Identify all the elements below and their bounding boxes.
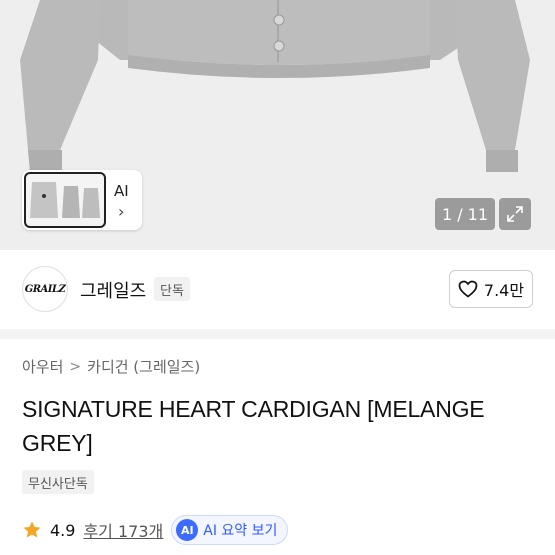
- thumbnail-image: [24, 172, 106, 228]
- ai-thumbnail-card[interactable]: [22, 170, 142, 230]
- thumbnail-photo: [30, 182, 100, 218]
- expand-button[interactable]: [499, 198, 531, 230]
- chevron-right-icon[interactable]: ›: [118, 202, 124, 221]
- review-count-link[interactable]: 후기 173개: [83, 518, 163, 542]
- star-icon: [23, 521, 41, 538]
- rating-score: 4.9: [50, 520, 76, 540]
- breadcrumb: 아우터 > 카디건 (그레일즈): [22, 356, 200, 377]
- brand-row: GRAILZ 그레일즈 단독 7.4만: [0, 262, 555, 320]
- ai-summary-button[interactable]: AI AI 요약 보기: [171, 515, 289, 545]
- ai-summary-label: AI 요약 보기: [203, 523, 278, 539]
- ai-icon: AI: [176, 519, 199, 541]
- breadcrumb-item-cardigan[interactable]: 카디건 (그레일즈): [87, 356, 200, 377]
- image-page-counter: 1 / 11: [435, 198, 495, 230]
- breadcrumb-separator: >: [69, 358, 82, 375]
- heart-icon: [458, 280, 478, 298]
- like-count: 7.4만: [483, 281, 525, 300]
- ai-thumbnail-label: AI: [114, 182, 129, 200]
- rating-row: 4.9 후기 173개 AI AI 요약 보기: [22, 514, 289, 546]
- brand-logo[interactable]: GRAILZ: [22, 266, 68, 312]
- product-title: SIGNATURE HEART CARDIGAN [MELANGE GREY]: [22, 396, 485, 456]
- musinsa-exclusive-badge: 무신사단독: [22, 470, 94, 494]
- like-button[interactable]: 7.4만: [449, 270, 533, 308]
- brand-name[interactable]: 그레일즈: [80, 277, 146, 303]
- brand-exclusive-badge: 단독: [154, 277, 190, 301]
- product-image-gallery[interactable]: AI › 1 / 11: [0, 0, 555, 250]
- breadcrumb-item-outer[interactable]: 아우터: [22, 356, 63, 377]
- section-divider: [0, 329, 555, 339]
- expand-icon: [507, 206, 523, 222]
